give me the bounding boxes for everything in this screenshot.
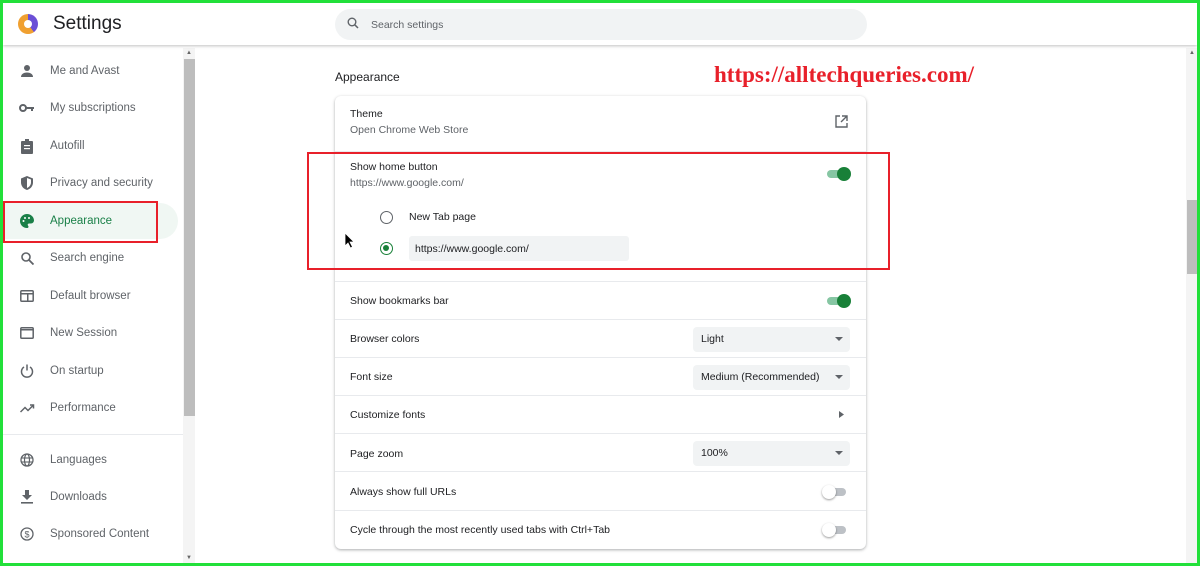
avast-logo-icon [18,14,38,34]
appearance-card: Theme Open Chrome Web Store Show home bu… [335,96,866,549]
external-link-icon[interactable] [835,115,848,128]
sidebar-item-label: Performance [50,402,116,414]
sidebar-item-languages[interactable]: Languages [3,442,178,478]
chevron-right-icon [839,411,844,418]
globe-icon [19,452,35,468]
font-size-value: Medium (Recommended) [701,371,820,383]
browser-icon [19,288,35,304]
svg-text:$: $ [24,530,29,540]
home-button-label: Show home button [350,161,438,173]
customize-fonts-label: Customize fonts [350,409,426,421]
sidebar-item-me-and-avast[interactable]: Me and Avast [3,53,178,89]
main-scroll-up-arrow-icon[interactable]: ▲ [1186,48,1198,58]
watermark-text: https://alltechqueries.com/ [714,62,974,87]
dropdown-arrow-icon [835,375,843,379]
sidebar: Me and Avast My subscriptions Autofill P… [3,48,183,563]
scroll-up-arrow-icon[interactable]: ▲ [183,48,195,58]
trending-icon [19,400,35,416]
browser-colors-label: Browser colors [350,333,420,345]
home-button-sub: https://www.google.com/ [350,177,464,189]
bookmarks-bar-toggle[interactable] [825,294,851,308]
top-bar: Settings [3,3,1197,45]
sidebar-item-performance[interactable]: Performance [3,390,178,426]
custom-url-radio[interactable] [380,242,393,255]
sidebar-item-privacy-and-security[interactable]: Privacy and security [3,165,178,201]
browser-colors-row: Browser colors Light [335,319,866,357]
window-icon [19,325,35,341]
sidebar-item-label: Languages [50,454,107,466]
sidebar-item-sponsored-content[interactable]: $ Sponsored Content [3,516,178,552]
browser-colors-select[interactable]: Light [693,327,850,352]
cycle-tabs-row[interactable]: Cycle through the most recently used tab… [335,510,866,549]
sidebar-item-label: Me and Avast [50,65,120,77]
sidebar-item-label: Appearance [50,215,113,227]
sidebar-item-label: Default browser [50,290,131,302]
download-icon [19,489,35,505]
page-zoom-select[interactable]: 100% [693,441,850,466]
person-icon [19,63,35,79]
sidebar-item-default-browser[interactable]: Default browser [3,278,178,314]
theme-row[interactable]: Theme Open Chrome Web Store [335,96,866,151]
sidebar-item-label: Privacy and security [50,177,153,189]
sidebar-item-my-subscriptions[interactable]: My subscriptions [3,90,178,126]
sidebar-item-label: New Session [50,327,118,339]
sidebar-item-autofill[interactable]: Autofill [3,128,178,164]
mouse-cursor-icon [344,232,355,249]
sidebar-item-label: Downloads [50,491,107,503]
font-size-row: Font size Medium (Recommended) [335,357,866,395]
sidebar-item-on-startup[interactable]: On startup [3,353,178,389]
sidebar-item-search-engine[interactable]: Search engine [3,240,178,276]
search-icon [19,250,35,266]
sidebar-item-label: Autofill [50,140,85,152]
dropdown-arrow-icon [835,337,843,341]
font-size-label: Font size [350,371,393,383]
scroll-down-arrow-icon[interactable]: ▼ [183,553,195,563]
clipboard-icon [19,138,35,154]
theme-label: Theme [350,108,383,120]
full-urls-toggle[interactable] [822,485,848,499]
search-input[interactable] [371,9,851,40]
full-urls-label: Always show full URLs [350,486,457,498]
home-url-input[interactable] [409,236,629,261]
sidebar-scrollbar-thumb[interactable] [184,59,195,416]
home-button-row: Show home button https://www.google.com/… [335,151,866,280]
bookmarks-bar-label: Show bookmarks bar [350,295,449,307]
main-scrollbar[interactable] [1186,48,1197,563]
theme-sub: Open Chrome Web Store [350,124,469,136]
sidebar-item-downloads[interactable]: Downloads [3,479,178,515]
customize-fonts-row[interactable]: Customize fonts [335,395,866,433]
page-zoom-value: 100% [701,447,728,459]
sidebar-item-new-session[interactable]: New Session [3,315,178,351]
search-box[interactable] [335,9,867,40]
home-button-toggle[interactable] [825,167,851,181]
palette-icon [19,213,35,229]
new-tab-page-radio[interactable] [380,211,393,224]
page-zoom-label: Page zoom [350,448,404,460]
section-title: Appearance [335,70,400,84]
cycle-tabs-toggle[interactable] [822,523,848,537]
page-zoom-row: Page zoom 100% [335,433,866,471]
browser-colors-value: Light [701,333,724,345]
sidebar-item-label: Search engine [50,252,125,264]
new-tab-page-label: New Tab page [409,211,476,223]
bookmarks-bar-row[interactable]: Show bookmarks bar [335,281,866,319]
shield-icon [19,175,35,191]
font-size-select[interactable]: Medium (Recommended) [693,365,850,390]
key-icon [19,100,35,116]
search-icon [347,17,359,29]
sidebar-divider [3,434,183,435]
sidebar-item-label: On startup [50,365,104,377]
power-icon [19,363,35,379]
sidebar-item-label: Sponsored Content [50,528,150,540]
page-title: Settings [53,13,122,34]
dollar-icon: $ [19,526,35,542]
cycle-tabs-label: Cycle through the most recently used tab… [350,524,610,536]
full-urls-row[interactable]: Always show full URLs [335,471,866,510]
main-scrollbar-thumb[interactable] [1187,200,1197,274]
dropdown-arrow-icon [835,451,843,455]
sidebar-item-appearance[interactable]: Appearance [3,203,178,239]
sidebar-item-label: My subscriptions [50,102,136,114]
